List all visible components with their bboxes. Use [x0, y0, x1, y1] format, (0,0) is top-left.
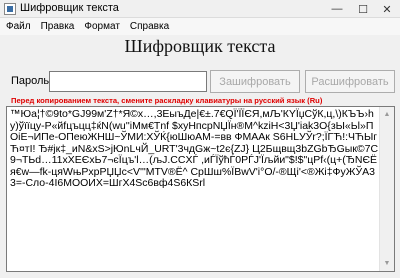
app-window: Шифровщик текста — ☐ ✕ Файл Правка Форма…	[0, 0, 400, 278]
password-label: Пароль:	[11, 75, 53, 87]
text-area[interactable]: ™Юa¦†©9to*GJ99м'Z†*Я©х…,3ЕыъДе|€±.7€QЇ'Ї…	[6, 106, 395, 272]
encrypt-button[interactable]: Зашифровать	[210, 70, 300, 93]
layout-warning: Перед копированием текста, смените раскл…	[11, 96, 323, 105]
window-title: Шифровщик текста	[20, 2, 119, 14]
menu-format[interactable]: Формат	[84, 21, 120, 32]
page-title: Шифровщик текста	[124, 36, 276, 56]
menu-help[interactable]: Справка	[130, 21, 169, 32]
menu-edit[interactable]: Правка	[41, 21, 75, 32]
app-icon	[4, 3, 16, 15]
close-button[interactable]: ✕	[374, 0, 400, 18]
menu-file[interactable]: Файл	[6, 21, 31, 32]
title-bar[interactable]: Шифровщик текста — ☐ ✕	[0, 0, 400, 18]
scroll-down-icon[interactable]: ▼	[380, 256, 394, 271]
password-field[interactable]	[49, 71, 207, 92]
scroll-up-icon[interactable]: ▲	[380, 107, 394, 122]
menu-bar: Файл Правка Формат Справка	[0, 18, 400, 35]
decrypt-button[interactable]: Расшифровать	[305, 70, 395, 93]
maximize-button[interactable]: ☐	[350, 0, 376, 18]
minimize-button[interactable]: —	[324, 0, 350, 18]
vertical-scrollbar[interactable]: ▲ ▼	[379, 107, 394, 271]
encrypted-text[interactable]: ™Юa¦†©9to*GJ99м'Z†*Я©х…,3ЕыъДе|€±.7€QЇ'Ї…	[10, 108, 379, 190]
